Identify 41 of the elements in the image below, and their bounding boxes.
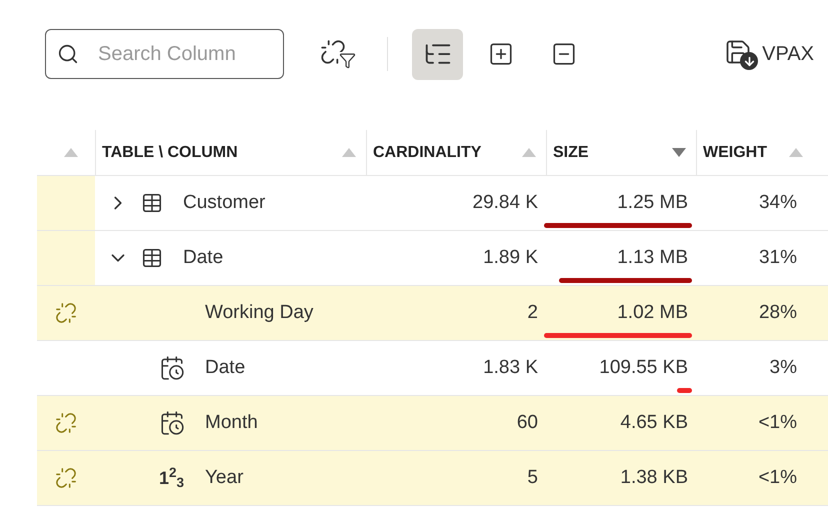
calendar-clock-icon [159,355,185,381]
weight-value: <1% [758,410,797,435]
sort-descending-icon[interactable] [672,148,686,157]
expand-all-icon [488,41,514,67]
cardinality-value: 2 [527,300,538,325]
search-icon [57,43,79,65]
cardinality-value: 1.89 K [483,246,538,270]
size-value: 1.25 MB [617,190,688,215]
column-header[interactable]: WEIGHT [703,140,767,164]
cardinality-value: 29.84 K [472,190,538,215]
save-download-icon [724,38,758,70]
size-value: 1.38 KB [620,466,688,490]
weight-value: 3% [770,356,797,380]
size-value: 1.02 MB [617,300,688,325]
tree-view-button[interactable] [412,28,463,80]
column-header[interactable]: TABLE \ COLUMN [102,140,238,164]
weight-value: 28% [758,300,797,325]
table-icon [141,247,163,269]
column-header[interactable]: SIZE [553,140,589,164]
export-vpax-button[interactable]: VPAX [724,38,814,70]
size-value: 1.13 MB [617,246,688,270]
size-value: 109.55 KB [599,356,688,380]
column-name: Month [205,410,258,435]
table-name: Customer [183,190,266,215]
size-value: 4.65 KB [620,410,688,435]
column-name: Date [205,356,246,380]
table-icon [141,192,163,214]
table-name: Date [183,246,224,270]
collapse-all-icon [550,41,576,67]
cardinality-value: 1.83 K [483,356,538,380]
cardinality-value: 5 [527,466,538,490]
broken-link-filter-icon [320,39,356,69]
calendar-clock-icon [159,410,185,436]
column-header[interactable]: CARDINALITY [373,140,482,164]
search-field[interactable]: Search Column [45,29,284,79]
weight-value: 34% [758,190,797,215]
column-name: Working Day [205,300,314,325]
column-name: Year [205,466,244,490]
weight-value: <1% [758,466,797,490]
weight-value: 31% [758,246,797,270]
cardinality-value: 60 [516,410,538,435]
